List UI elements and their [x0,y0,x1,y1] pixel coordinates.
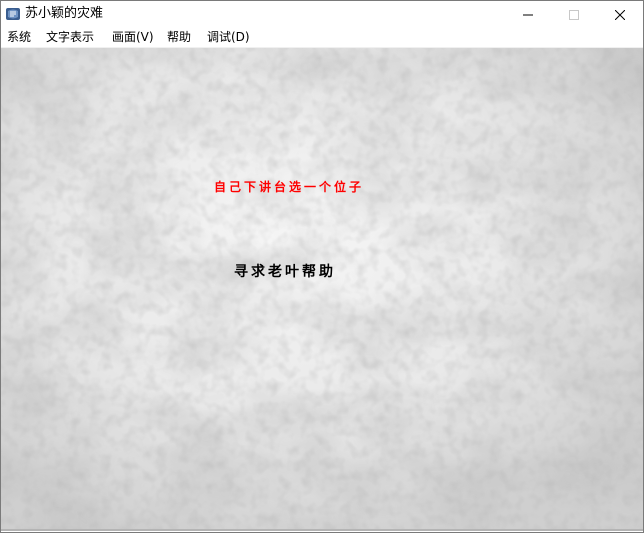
title-bar[interactable]: 苏小颖的灾难 [1,1,643,28]
window-bottom-border [1,529,643,531]
menu-help[interactable]: 帮助 [166,28,192,47]
menu-bar: 系统 文字表示 画面(V) 帮助 调试(D) [1,28,643,48]
menu-view[interactable]: 画面(V) [111,28,155,47]
minimize-button[interactable] [505,1,551,28]
menu-text-display[interactable]: 文字表示 [45,28,95,47]
app-window: 苏小颖的灾难 系统 文字表示 画面(V) 帮助 调试(D) 自己下讲台选一个位子… [0,0,644,533]
game-canvas[interactable]: 自己下讲台选一个位子 寻求老叶帮助 [1,48,643,531]
close-button[interactable] [597,1,643,28]
stone-background [1,48,643,531]
window-title: 苏小颖的灾难 [25,6,104,21]
maximize-icon [569,9,579,20]
menu-system[interactable]: 系统 [6,28,32,47]
menu-debug[interactable]: 调试(D) [206,28,251,47]
choice-option-2[interactable]: 寻求老叶帮助 [234,261,336,281]
choice-option-1[interactable]: 自己下讲台选一个位子 [214,178,364,195]
close-icon [615,9,625,20]
maximize-button[interactable] [551,1,597,28]
game-app-icon [6,8,20,20]
minimize-icon [523,14,533,15]
